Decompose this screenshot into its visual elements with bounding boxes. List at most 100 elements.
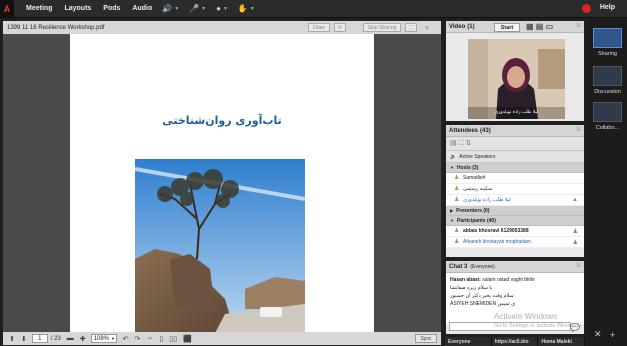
fit-width-icon[interactable]: ⇔ <box>146 335 153 342</box>
hosts-section[interactable]: ▼ Hosts (3) <box>446 163 584 173</box>
share-pod-header: 1399 11 18 Resilience Workshop.pdf Draw … <box>3 21 441 34</box>
chat-header: Chat 3 (Everyone) ≡ <box>446 261 584 273</box>
video-feed: لیلا طلب زاده نوبلدوزی <box>468 39 565 119</box>
fullscreen-icon[interactable]: ⛶ <box>405 23 417 32</box>
user-icon: ♟ <box>454 174 460 181</box>
chat-tab-link[interactable]: https://ac5.bio <box>492 337 539 346</box>
page-total: / 23 <box>50 335 61 342</box>
start-webcam-button[interactable]: Start <box>494 23 520 32</box>
host-name: لیلا طلب زاده نوبلدوزی <box>463 197 511 203</box>
pdf-page: تاب‌آوری روان‌شناختی <box>70 34 374 333</box>
stop-sharing-button[interactable]: Stop Sharing <box>363 23 401 32</box>
layout-discussion-thumb[interactable] <box>593 66 622 86</box>
layout-sharing-thumb[interactable] <box>593 28 622 48</box>
zoom-value: 108% <box>93 335 109 342</box>
menu-audio[interactable]: Audio <box>132 5 152 12</box>
next-page-icon[interactable]: ⬇ <box>21 335 27 343</box>
chat-message: Hasan abasi: salam ostad vaght bkhir <box>450 276 580 284</box>
zoom-select[interactable]: 108% ▼ <box>90 334 117 343</box>
layout-bar: Sharing Discussion Collabo... ✕ + <box>588 20 627 346</box>
presenters-label: Presenters (0) <box>456 207 490 214</box>
refresh-icon[interactable]: ⟳ <box>334 23 346 32</box>
layout-sharing-label[interactable]: Sharing <box>588 51 627 57</box>
participant-name: abbas khosravi 6129953388 <box>463 228 529 234</box>
draw-button[interactable]: Draw <box>308 23 330 32</box>
chat-message: سلام وقت بخیر دکتر آن جسنور <box>450 292 580 300</box>
chat-tab-everyone[interactable]: Everyone <box>445 337 492 346</box>
user-status-icon: ♟ <box>572 240 578 246</box>
help-menu[interactable]: Help <box>600 4 615 11</box>
activate-windows-watermark: Activate Windows <box>494 312 558 321</box>
attendees-toolbar: ▤ ⛶ ⇅ <box>446 137 584 151</box>
raise-hand-icon[interactable]: ✋ ▼ <box>238 4 255 13</box>
presenters-section[interactable]: ▶ Presenters (0) <box>446 206 584 216</box>
chat-text: salam ostad vaght bkhir <box>480 277 536 283</box>
user-status-icon: ♟ <box>572 229 578 235</box>
pod-menu-icon[interactable]: ≡ <box>576 127 580 133</box>
download-icon[interactable]: ⬛ <box>183 335 192 343</box>
chat-tab-homa[interactable]: Homa Maleki <box>538 337 586 346</box>
rotate-left-icon[interactable]: ↶ <box>123 335 129 343</box>
participants-label: Participants (40) <box>456 217 496 224</box>
pod-menu-icon[interactable]: ≡ <box>576 23 580 29</box>
pod-menu-icon[interactable]: ≡ <box>421 23 433 32</box>
menu-pods[interactable]: Pods <box>103 5 120 12</box>
adobe-logo: A <box>0 0 14 18</box>
layout-collaboration-thumb[interactable] <box>593 102 622 122</box>
host-row[interactable]: ♟ سکینه رستمی <box>446 184 584 195</box>
chat-pod: Chat 3 (Everyone) ≡ Hasan abasi: salam o… <box>445 260 585 335</box>
layout-collaboration-label[interactable]: Collabo... <box>588 125 627 131</box>
speaker-icon[interactable]: 🔊 ▼ <box>162 4 179 13</box>
microphone-icon[interactable]: 🎤 ▼ <box>189 4 206 13</box>
host-name: سکینه رستمی <box>463 186 493 192</box>
user-icon: ♟ <box>454 227 460 234</box>
webcam-icon[interactable]: ● ▼ <box>216 4 228 13</box>
menu-meeting[interactable]: Meeting <box>26 5 52 12</box>
slide-photo <box>135 159 305 333</box>
participants-section[interactable]: ▼ Participants (40) <box>446 216 584 226</box>
expand-icon: ▼ <box>450 218 454 223</box>
host-row[interactable]: ♟ لیلا طلب زاده نوبلدوزی ▲ <box>446 195 584 206</box>
video-title: Video <box>449 23 466 30</box>
attendees-pod: Attendees (43) ≡ ▤ ⛶ ⇅ 🔈 Active Speakers… <box>445 124 585 258</box>
participant-row[interactable]: ♟ Afsaneh khodayari moghadam ♟ <box>446 237 584 248</box>
chat-text: سلام وقت بخیر دکتر آن جسنور <box>450 293 514 299</box>
add-layout-icon[interactable]: + <box>610 330 615 340</box>
sync-button[interactable]: Sync <box>415 334 437 343</box>
close-icon[interactable]: ✕ <box>594 329 602 340</box>
user-icon: ♟ <box>454 196 460 203</box>
grid-view-icon[interactable]: ▦ ▤ ▭ <box>526 22 553 31</box>
chat-title: Chat 3 <box>449 263 468 270</box>
share-toolbar: ⬆ ⬇ 1 / 23 ▬ ✚ 108% ▼ ↶ ↷ ⇔ ▯ ▯▯ ⬛ Sync <box>3 332 441 345</box>
expand-icon: ▶ <box>450 208 454 213</box>
rotate-right-icon[interactable]: ↷ <box>135 335 141 343</box>
chat-message: ASIYEH SNEMIDEN ی ثمیس <box>450 300 580 308</box>
record-icon[interactable] <box>582 4 591 13</box>
menu-bar: A Meeting Layouts Pods Audio 🔊 ▼ 🎤 ▼ ● ▼ ✋ ▼… <box>0 0 627 18</box>
speaker-icon: 🔈 <box>450 153 457 160</box>
layout-discussion-label[interactable]: Discussion <box>588 89 627 95</box>
video-pod: Video (1) Start ▦ ▤ ▭ ≡ لیلا طلب زاده نو… <box>445 20 585 122</box>
prev-page-icon[interactable]: ⬆ <box>9 335 15 343</box>
share-pod: 1399 11 18 Resilience Workshop.pdf Draw … <box>2 20 442 346</box>
video-count: (1) <box>467 23 475 30</box>
webcam-status-icon: ▲ <box>572 197 578 203</box>
chat-tabs: Everyone https://ac5.bio Homa Maleki <box>445 337 586 346</box>
two-page-icon[interactable]: ▯▯ <box>169 335 177 343</box>
chat-sender: Hasan abasi: <box>450 277 481 283</box>
host-row[interactable]: ♟ Samadieh <box>446 173 584 184</box>
participant-name: Afsaneh khodayari moghadam <box>463 239 531 245</box>
page-number-input[interactable]: 1 <box>31 334 48 343</box>
zoom-in-icon[interactable]: ✚ <box>80 335 86 343</box>
active-speakers-row: 🔈 Active Speakers <box>446 151 584 163</box>
single-page-icon[interactable]: ▯ <box>159 335 163 343</box>
chat-text: ASIYEH SNEMIDEN ی ثمیس <box>450 301 515 307</box>
slide-title: تاب‌آوری روان‌شناختی <box>162 114 282 127</box>
video-pod-header: Video (1) Start ▦ ▤ ▭ ≡ <box>446 21 584 33</box>
participant-row[interactable]: ♟ abbas khosravi 6129953388 ♟ <box>446 226 584 237</box>
view-toggle-icon[interactable]: ▤ ⛶ ⇅ <box>450 139 471 148</box>
zoom-out-icon[interactable]: ▬ <box>67 335 74 342</box>
pod-menu-icon[interactable]: ≡ <box>576 263 580 269</box>
video-caption: لیلا طلب زاده نوبلدوزی <box>494 110 539 115</box>
menu-layouts[interactable]: Layouts <box>64 5 91 12</box>
